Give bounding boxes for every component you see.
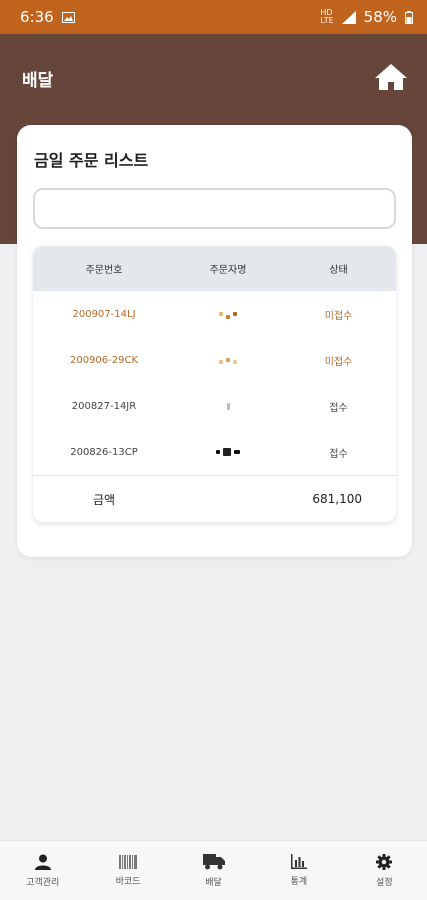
status-time: 6:36 (20, 8, 54, 26)
truck-icon (202, 853, 225, 869)
column-header-order-no: 주문번호 (85, 265, 123, 276)
amount-label: 금액 (92, 492, 116, 507)
status-bar: 6:36 HD LTE 58% (0, 0, 427, 34)
order-status: 미접수 (324, 356, 353, 368)
barcode-icon (119, 854, 138, 869)
nav-label: 통계 (290, 877, 308, 887)
search-input[interactable] (33, 188, 396, 229)
order-table: 주문번호 주문자명 상태 200907-14LJ 미접수 200906-29CK… (33, 246, 396, 522)
table-row[interactable]: 200826-13CP 접수 (33, 429, 396, 475)
chart-icon (290, 854, 307, 869)
person-icon (34, 854, 51, 870)
order-status: 접수 (329, 402, 348, 414)
order-status: 접수 (329, 448, 348, 460)
table-row[interactable]: 200907-14LJ 미접수 (33, 291, 396, 337)
customer-name-redacted (175, 356, 281, 364)
table-footer: 금액 681,100 (33, 475, 396, 522)
nav-statistics[interactable]: 통계 (256, 841, 341, 900)
order-number: 200827-14JR (71, 400, 137, 412)
image-notification-icon (61, 11, 75, 23)
nav-label: 바코드 (115, 876, 141, 887)
nav-label: 고객관리 (26, 877, 60, 888)
order-number: 200907-14LJ (72, 308, 136, 320)
page-title: 배달 (22, 71, 54, 91)
customer-name-redacted (175, 309, 281, 319)
nav-label: 배달 (205, 877, 222, 888)
order-number: 200826-13CP (70, 446, 138, 458)
nav-delivery[interactable]: 배달 (171, 841, 256, 900)
order-list-card: 금일 주문 리스트 주문번호 주문자명 상태 200907-14LJ 미접수 2… (17, 125, 412, 557)
nav-label: 설정 (376, 877, 393, 888)
table-row[interactable]: 200827-14JR 접수 (33, 383, 396, 429)
card-title: 금일 주문 리스트 (34, 151, 149, 170)
battery-icon (405, 10, 413, 24)
column-header-status: 상태 (329, 265, 348, 276)
signal-icon (341, 10, 356, 24)
customer-name-redacted (175, 402, 281, 410)
order-status: 미접수 (324, 310, 353, 322)
network-indicator: HD LTE (320, 8, 334, 25)
nav-barcode[interactable]: 바코드 (85, 841, 170, 900)
amount-value: 681,100 (312, 492, 362, 506)
nav-settings[interactable]: 설정 (342, 841, 427, 900)
order-number: 200906-29CK (69, 354, 139, 366)
table-header: 주문번호 주문자명 상태 (33, 246, 396, 291)
gear-icon (376, 853, 393, 870)
nav-customer-management[interactable]: 고객관리 (0, 841, 85, 900)
bottom-navigation: 고객관리 바코드 배달 통계 설정 (0, 840, 427, 900)
home-icon (375, 64, 407, 90)
table-row[interactable]: 200906-29CK 미접수 (33, 337, 396, 383)
column-header-customer: 주문자명 (209, 265, 247, 276)
battery-percent: 58% (363, 8, 397, 26)
home-button[interactable] (374, 62, 408, 92)
customer-name-redacted (175, 448, 281, 456)
